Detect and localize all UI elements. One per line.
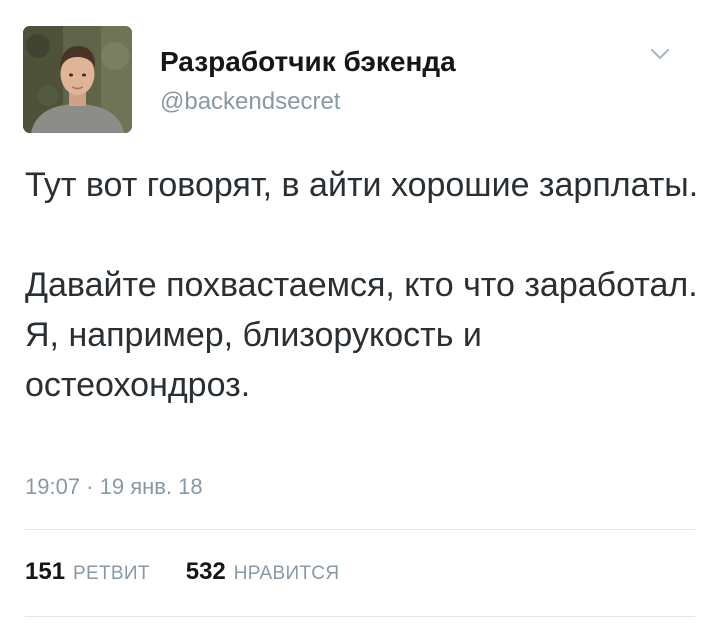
retweet-count-link[interactable]: 151 РЕТВИТ	[25, 558, 150, 586]
divider	[25, 616, 695, 617]
chevron-down-icon[interactable]	[644, 38, 676, 70]
tweet-paragraph: Давайте похвастаемся, кто что заработал.…	[25, 266, 698, 404]
author-handle[interactable]: @backendsecret	[160, 87, 340, 117]
like-label: НРАВИТСЯ	[233, 563, 340, 584]
retweet-count: 151	[25, 558, 66, 585]
profile-photo-icon	[23, 26, 132, 133]
tweet-timestamp[interactable]: 19:07 · 19 янв. 18	[25, 472, 203, 502]
tweet-paragraph: Тут вот говорят, в айти хорошие зарплаты…	[25, 166, 699, 204]
tweet-stats: 151 РЕТВИТ 532 НРАВИТСЯ	[25, 558, 375, 590]
divider	[25, 529, 695, 530]
like-count: 532	[185, 558, 226, 585]
author-display-name[interactable]: Разработчик бэкенда	[160, 45, 456, 79]
retweet-label: РЕТВИТ	[73, 563, 150, 584]
tweet-card: Разработчик бэкенда @backendsecret Тут в…	[0, 0, 720, 623]
tweet-text: Тут вот говорят, в айти хорошие зарплаты…	[25, 160, 705, 410]
like-count-link[interactable]: 532 НРАВИТСЯ	[186, 558, 340, 586]
author-avatar[interactable]	[23, 26, 132, 133]
